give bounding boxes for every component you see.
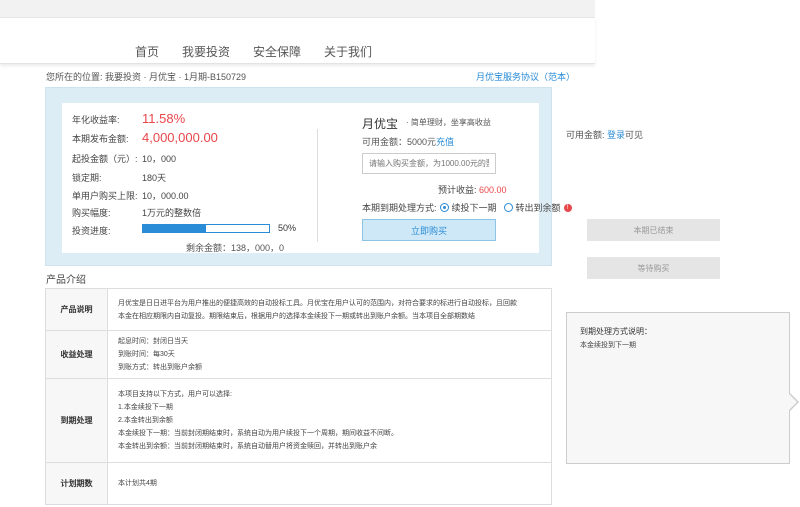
sidebar-available-suffix: 可见 (625, 130, 644, 140)
option-withdraw-radio[interactable] (503, 203, 513, 212)
row-content: 本计划共4期 (107, 462, 552, 505)
min-label: 起投金额（元）: (72, 154, 138, 164)
progress-row: 投资进度: (72, 224, 142, 237)
min-row: 起投金额（元）: 10，000 (72, 152, 176, 165)
amount-row: 本期发布金额: 4,000,000.00 (72, 130, 218, 145)
row-line: 到账时间：每30天 (118, 351, 175, 358)
limit-row: 单用户购买上限: 10，000.00 (72, 189, 189, 202)
expected-income: 预计收益: 600.00 (438, 183, 507, 196)
info-warning-icon[interactable]: ! (563, 203, 572, 212)
purchase-amount-input[interactable] (362, 153, 496, 174)
amount-value: 4,000,000.00 (142, 130, 218, 145)
maturity-tip-box: 到期处理方式说明： 本金续投到下一期 (566, 312, 790, 464)
row-line: 本金转出到余额：当前封闭期结束时，系统自动替用户将资金赎回，并转出到账户余 (118, 443, 377, 450)
rate-label: 年化收益率: (72, 115, 120, 125)
row-head: 到期处理 (45, 378, 108, 463)
nav-item-security[interactable]: 安全保障 (253, 43, 301, 60)
handling-label: 本期到期处理方式: (362, 203, 437, 213)
period-ended-button[interactable]: 本期已结束 (587, 219, 720, 241)
product-card: 年化收益率: 11.58% 本期发布金额: 4,000,000.00 起投金额（元）… (62, 103, 572, 253)
navigation-bar: 首页 我要投资 安全保障 关于我们 (0, 18, 595, 64)
row-head: 产品说明 (45, 288, 108, 331)
row-line: 本金在相应期限内自动复投。期限结束后，根据用户的选择本金续投下一期或转出到账户余… (118, 312, 475, 320)
row-line: 本项目支持以下方式，用户可以选择: (118, 391, 232, 398)
table-row: 收益处理 起息时间：封闭日当天 到账时间：每30天 到账方式：转出到账户余额 (45, 330, 552, 379)
tip-title: 到期处理方式说明： (580, 327, 652, 336)
recharge-link[interactable]: 充值 (436, 137, 454, 147)
min-value: 10，000 (142, 154, 177, 164)
expected-label: 预计收益: (438, 185, 477, 195)
rate-row: 年化收益率: 11.58% (72, 111, 185, 126)
row-line: 1.本金续投下一期 (118, 404, 173, 411)
table-row: 到期处理 本项目支持以下方式，用户可以选择: 1.本金续投下一期 2.本金转出到… (45, 378, 552, 463)
nav-item-invest[interactable]: 我要投资 (182, 43, 230, 60)
row-line: 到账方式：转出到账户余额 (118, 364, 202, 371)
progress-fill (143, 225, 206, 232)
step-row: 购买幅度: 1万元的整数倍 (72, 206, 201, 219)
tip-text: 本金续投到下一期 (580, 342, 636, 349)
option-reinvest-radio[interactable] (439, 203, 449, 212)
service-agreement-link[interactable]: 月优宝服务协议（范本） (476, 70, 575, 83)
row-content: 月优宝是日日进平台为用户推出的便捷高效的自动投标工具。月优宝在用户认可的范围内，… (107, 288, 552, 331)
row-head: 收益处理 (45, 330, 108, 379)
product-title: 月优宝 (362, 117, 399, 131)
row-line: 本金续投下一期：当前封闭期结束时，系统自动为用户续投下一个周期，期间收益不间断。 (118, 430, 398, 437)
step-value: 1万元的整数倍 (142, 208, 202, 218)
intro-title: 产品介绍 (46, 275, 86, 286)
table-row: 产品说明 月优宝是日日进平台为用户推出的便捷高效的自动投标工具。月优宝在用户认可… (45, 288, 552, 331)
main-nav: 首页 我要投资 安全保障 关于我们 (135, 43, 372, 60)
product-panel: 年化收益率: 11.58% 本期发布金额: 4,000,000.00 起投金额（元）… (45, 87, 572, 266)
breadcrumb: 您所在的位置: 我要投资 · 月优宝 · 1月期-B150729 (46, 72, 247, 82)
row-line: 月优宝是日日进平台为用户推出的便捷高效的自动投标工具。月优宝在用户认可的范围内，… (118, 299, 517, 307)
expected-value: 600.00 (479, 185, 507, 195)
row-content: 起息时间：封闭日当天 到账时间：每30天 到账方式：转出到账户余额 (107, 330, 552, 379)
card-divider (317, 129, 318, 242)
remaining-amount: 剩余金额：138，000，0 (186, 243, 285, 253)
amount-label: 本期发布金额: (72, 134, 129, 144)
product-slogan: · 简单理财，坐享高收益 (406, 118, 491, 127)
step-label: 购买幅度: (72, 208, 111, 218)
limit-label: 单用户购买上限: (72, 191, 138, 201)
login-link[interactable]: 登录 (607, 130, 625, 140)
rate-value: 11.58% (142, 111, 186, 126)
progress-percent: 50% (278, 223, 297, 233)
nav-item-about[interactable]: 关于我们 (324, 43, 372, 60)
row-line: 2.本金转出到余额 (118, 417, 173, 424)
nav-item-home[interactable]: 首页 (135, 43, 159, 60)
maturity-options: 本期到期处理方式: 续投下一期 转出到余额 ! (362, 201, 572, 214)
row-line: 本计划共4期 (118, 480, 157, 487)
limit-value: 10，000.00 (142, 191, 189, 201)
top-bar (0, 0, 595, 18)
sidebar-available: 可用金额: 登录可见 (566, 128, 643, 141)
row-line: 起息时间：封闭日当天 (118, 338, 188, 345)
available-balance: 可用金额：5000元充值 (362, 135, 454, 148)
progress-bar (142, 224, 270, 233)
lock-label: 锁定期: (72, 173, 102, 183)
progress-label: 投资进度: (72, 226, 111, 236)
table-row: 计划期数 本计划共4期 (45, 462, 552, 505)
sidebar-available-label: 可用金额: (566, 130, 605, 140)
row-head: 计划期数 (45, 462, 108, 505)
tip-arrow-inner (788, 393, 797, 411)
lock-row: 锁定期: 180天 (72, 171, 166, 184)
purchase-form: 月优宝 · 简单理财，坐享高收益 可用金额：5000元充值 预计收益: 600.… (362, 103, 572, 253)
row-content: 本项目支持以下方式，用户可以选择: 1.本金续投下一期 2.本金转出到余额 本金… (107, 378, 552, 463)
lock-value: 180天 (142, 173, 167, 183)
option-withdraw-label[interactable]: 转出到余额 (516, 201, 561, 214)
intro-table: 产品说明 月优宝是日日进平台为用户推出的便捷高效的自动投标工具。月优宝在用户认可… (45, 288, 552, 505)
waiting-purchase-button[interactable]: 等待购买 (587, 257, 720, 279)
buy-now-button[interactable]: 立即购买 (362, 219, 496, 241)
available-label: 可用金额：5000元 (362, 137, 437, 147)
option-reinvest-label[interactable]: 续投下一期 (452, 201, 497, 214)
